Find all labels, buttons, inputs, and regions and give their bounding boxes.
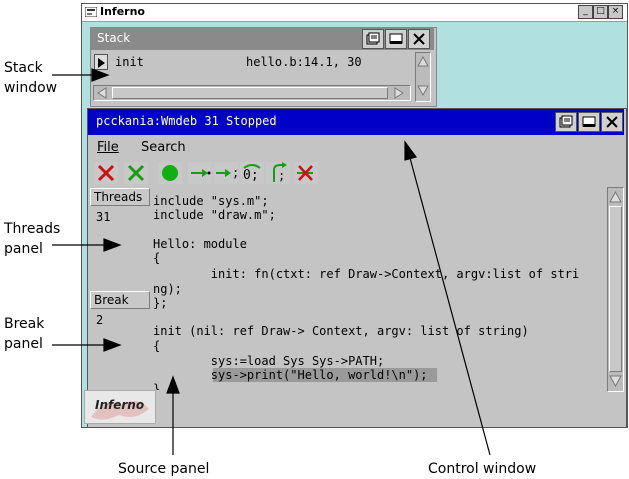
left-panel-column: Threads 31 Break 2	[90, 188, 150, 389]
scroll-left-icon	[97, 87, 107, 99]
break-label: Break	[94, 293, 129, 307]
scroll-right-icon	[394, 87, 404, 99]
control-title-bar[interactable]: pcckania:Wmdeb 31 Stopped	[88, 109, 624, 135]
stack-vscrollbar[interactable]	[415, 52, 431, 102]
scroll-down-icon	[609, 375, 622, 388]
close-icon	[606, 116, 618, 128]
annotation-threads-line1: Threads	[4, 221, 61, 237]
stack-title-text: Stack	[97, 31, 131, 45]
thread-item[interactable]: 31	[96, 210, 110, 224]
source-panel[interactable]: include "sys.m"; include "draw.m"; Hello…	[152, 188, 604, 390]
step-statement-button[interactable]: ;	[214, 162, 239, 184]
source-text: include "sys.m"; include "draw.m"; Hello…	[153, 194, 603, 390]
detach-button[interactable]	[124, 162, 148, 184]
control-close-button[interactable]	[601, 112, 623, 132]
hide-icon	[582, 116, 596, 127]
break-header: Break	[90, 291, 150, 309]
menu-search[interactable]: Search	[141, 140, 186, 155]
threads-header: Threads	[90, 188, 150, 206]
source-line: init (nil: ref Draw-> Context, argv: lis…	[153, 324, 529, 338]
inferno-logo-button[interactable]: Inferno	[84, 390, 156, 424]
triangle-right-icon	[98, 58, 105, 68]
scroll-up-icon	[417, 55, 429, 67]
current-source-line: sys->print("Hello, world!\n");	[153, 368, 428, 382]
green-dot-icon	[162, 165, 178, 181]
stack-window: Stack init hello.b:14.1, 30	[90, 27, 437, 107]
break-list: 2	[90, 309, 149, 389]
source-line: include "draw.m";	[153, 208, 276, 222]
kill-button[interactable]	[94, 162, 118, 184]
annotation-control-window: Control window	[428, 461, 537, 477]
green-x-icon	[127, 164, 145, 182]
scroll-up-icon	[609, 190, 622, 203]
control-hide-button[interactable]	[578, 112, 600, 132]
annotation-stack-line1: Stack	[4, 60, 43, 76]
source-vscroll-thumb[interactable]	[609, 206, 622, 372]
svg-text:0;: 0;	[243, 168, 259, 183]
step-out-button[interactable]: ;	[266, 162, 290, 184]
stack-title-bar[interactable]: Stack	[91, 28, 434, 50]
step-into-button[interactable]: 0;	[240, 162, 264, 184]
source-line: ng);	[153, 282, 182, 296]
reshape-icon	[559, 115, 573, 128]
control-reshape-button[interactable]	[555, 112, 577, 132]
menu-file[interactable]: File	[97, 140, 119, 155]
step-into-icon: 0;	[243, 164, 261, 183]
inferno-logo-text: Inferno	[95, 398, 145, 412]
svg-text:;: ;	[232, 166, 238, 180]
step-out-icon: ;	[273, 162, 287, 183]
annotation-break-line2: panel	[4, 336, 43, 352]
stack-hide-button[interactable]	[385, 29, 407, 49]
source-vscrollbar[interactable]	[607, 187, 624, 392]
source-line: sys:=load Sys Sys->PATH;	[153, 354, 385, 368]
threads-label: Threads	[94, 190, 143, 204]
source-line: Hello: module	[153, 237, 247, 251]
stack-frame-location[interactable]: hello.b:14.1, 30	[246, 55, 362, 69]
stack-frame-name[interactable]: init	[115, 55, 144, 69]
inferno-title-bar[interactable]: Inferno _ □ ×	[82, 4, 627, 22]
red-x-arrow-icon	[297, 165, 313, 181]
control-title-text: pcckania:Wmdeb 31 Stopped	[96, 114, 277, 128]
reshape-icon	[366, 32, 380, 45]
svg-text:;: ;	[278, 169, 285, 183]
close-button[interactable]: ×	[608, 5, 623, 19]
stack-hscrollbar[interactable]	[93, 85, 411, 101]
delete-breakpoint-button[interactable]	[294, 162, 318, 184]
source-line: {	[153, 339, 161, 353]
stack-reshape-button[interactable]	[362, 29, 384, 49]
close-icon	[413, 33, 425, 45]
control-window: pcckania:Wmdeb 31 Stopped File Search ; …	[87, 108, 627, 428]
stack-close-button[interactable]	[408, 29, 430, 49]
step-semicolon-icon: ;	[216, 166, 239, 180]
source-line: }	[153, 382, 161, 390]
source-line: {	[153, 251, 161, 265]
stack-expand-button[interactable]	[94, 54, 108, 70]
inferno-title-text: Inferno	[100, 5, 145, 18]
source-line: };	[153, 296, 168, 310]
annotation-source-panel: Source panel	[118, 461, 210, 477]
red-x-icon	[97, 164, 115, 182]
breakpoint-item[interactable]: 2	[96, 313, 103, 327]
annotation-break-line1: Break	[4, 316, 45, 332]
minimize-button[interactable]: _	[578, 5, 593, 19]
threads-list: 31	[90, 206, 149, 292]
stack-hscroll-thumb[interactable]	[112, 87, 388, 99]
source-line: include "sys.m";	[153, 194, 269, 208]
hide-icon	[389, 33, 403, 44]
step-arrow-icon	[191, 169, 211, 177]
scroll-down-icon	[417, 85, 429, 97]
annotation-stack-line2: window	[4, 80, 58, 96]
source-line: init: fn(ctxt: ref Draw->Context, argv:l…	[153, 267, 580, 281]
step-button[interactable]	[188, 162, 212, 184]
annotation-threads-line2: panel	[4, 241, 43, 257]
maximize-button[interactable]: □	[593, 5, 608, 19]
inferno-app-icon	[85, 7, 97, 17]
run-button[interactable]	[158, 162, 182, 184]
